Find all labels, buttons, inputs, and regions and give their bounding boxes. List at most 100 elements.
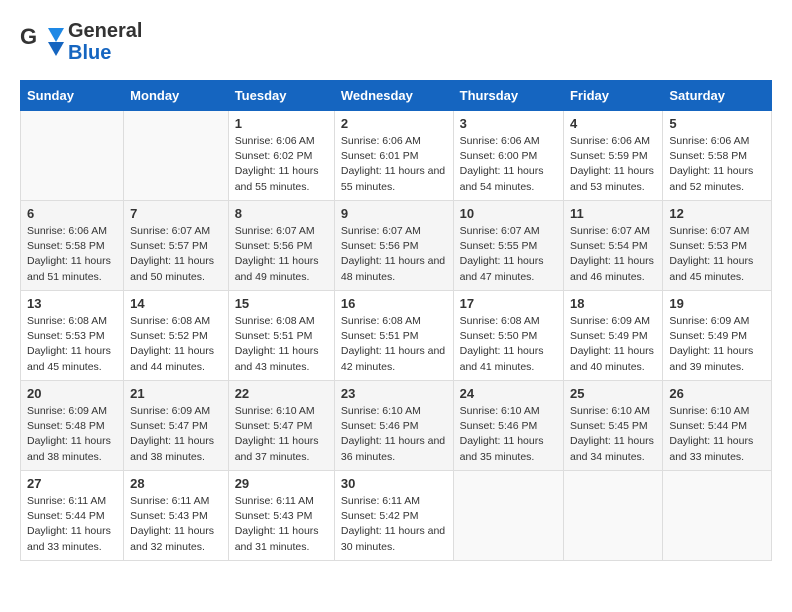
day-detail: Sunrise: 6:08 AM Sunset: 5:52 PM Dayligh… xyxy=(130,314,222,375)
day-detail: Sunrise: 6:08 AM Sunset: 5:53 PM Dayligh… xyxy=(27,314,117,375)
day-number: 7 xyxy=(130,206,222,221)
weekday-header: Wednesday xyxy=(334,81,453,111)
day-detail: Sunrise: 6:07 AM Sunset: 5:56 PM Dayligh… xyxy=(235,224,328,285)
calendar-week-row: 6 Sunrise: 6:06 AM Sunset: 5:58 PM Daylig… xyxy=(21,201,772,291)
weekday-header: Monday xyxy=(124,81,229,111)
day-detail: Sunrise: 6:07 AM Sunset: 5:55 PM Dayligh… xyxy=(460,224,557,285)
day-number: 21 xyxy=(130,386,222,401)
calendar-cell: 2 Sunrise: 6:06 AM Sunset: 6:01 PM Daylig… xyxy=(334,111,453,201)
calendar-cell: 15 Sunrise: 6:08 AM Sunset: 5:51 PM Dayli… xyxy=(228,291,334,381)
day-detail: Sunrise: 6:10 AM Sunset: 5:46 PM Dayligh… xyxy=(460,404,557,465)
logo-text-line1: General xyxy=(68,20,142,42)
calendar-cell: 11 Sunrise: 6:07 AM Sunset: 5:54 PM Dayli… xyxy=(563,201,662,291)
calendar-cell: 30 Sunrise: 6:11 AM Sunset: 5:42 PM Dayli… xyxy=(334,471,453,561)
calendar-table: SundayMondayTuesdayWednesdayThursdayFrid… xyxy=(20,80,772,561)
day-detail: Sunrise: 6:10 AM Sunset: 5:46 PM Dayligh… xyxy=(341,404,447,465)
day-number: 5 xyxy=(669,116,765,131)
day-detail: Sunrise: 6:07 AM Sunset: 5:53 PM Dayligh… xyxy=(669,224,765,285)
day-detail: Sunrise: 6:11 AM Sunset: 5:43 PM Dayligh… xyxy=(235,494,328,555)
day-number: 22 xyxy=(235,386,328,401)
svg-text:G: G xyxy=(20,24,37,49)
day-number: 6 xyxy=(27,206,117,221)
day-detail: Sunrise: 6:08 AM Sunset: 5:51 PM Dayligh… xyxy=(235,314,328,375)
day-number: 8 xyxy=(235,206,328,221)
calendar-cell: 21 Sunrise: 6:09 AM Sunset: 5:47 PM Dayli… xyxy=(124,381,229,471)
calendar-cell: 17 Sunrise: 6:08 AM Sunset: 5:50 PM Dayli… xyxy=(453,291,563,381)
calendar-cell: 19Sunrise: 6:09 AM Sunset: 5:49 PM Dayli… xyxy=(663,291,772,381)
calendar-cell xyxy=(563,471,662,561)
calendar-cell: 8 Sunrise: 6:07 AM Sunset: 5:56 PM Daylig… xyxy=(228,201,334,291)
day-detail: Sunrise: 6:10 AM Sunset: 5:44 PM Dayligh… xyxy=(669,404,765,465)
logo-icon: G xyxy=(20,24,64,60)
day-number: 13 xyxy=(27,296,117,311)
page-header: G General Blue xyxy=(20,20,772,64)
day-number: 23 xyxy=(341,386,447,401)
calendar-cell: 3Sunrise: 6:06 AM Sunset: 6:00 PM Daylig… xyxy=(453,111,563,201)
day-number: 10 xyxy=(460,206,557,221)
calendar-cell: 5 Sunrise: 6:06 AM Sunset: 5:58 PM Daylig… xyxy=(663,111,772,201)
calendar-cell: 24 Sunrise: 6:10 AM Sunset: 5:46 PM Dayli… xyxy=(453,381,563,471)
calendar-cell: 16Sunrise: 6:08 AM Sunset: 5:51 PM Dayli… xyxy=(334,291,453,381)
day-detail: Sunrise: 6:06 AM Sunset: 5:59 PM Dayligh… xyxy=(570,134,656,195)
calendar-cell: 10 Sunrise: 6:07 AM Sunset: 5:55 PM Dayli… xyxy=(453,201,563,291)
day-number: 28 xyxy=(130,476,222,491)
day-detail: Sunrise: 6:07 AM Sunset: 5:56 PM Dayligh… xyxy=(341,224,447,285)
day-detail: Sunrise: 6:10 AM Sunset: 5:47 PM Dayligh… xyxy=(235,404,328,465)
day-number: 11 xyxy=(570,206,656,221)
day-detail: Sunrise: 6:07 AM Sunset: 5:54 PM Dayligh… xyxy=(570,224,656,285)
day-detail: Sunrise: 6:11 AM Sunset: 5:44 PM Dayligh… xyxy=(27,494,117,555)
logo-text-line2: Blue xyxy=(68,42,142,64)
day-number: 25 xyxy=(570,386,656,401)
calendar-cell: 18 Sunrise: 6:09 AM Sunset: 5:49 PM Dayli… xyxy=(563,291,662,381)
day-detail: Sunrise: 6:09 AM Sunset: 5:49 PM Dayligh… xyxy=(570,314,656,375)
day-detail: Sunrise: 6:07 AM Sunset: 5:57 PM Dayligh… xyxy=(130,224,222,285)
day-number: 3 xyxy=(460,116,557,131)
weekday-header: Thursday xyxy=(453,81,563,111)
day-number: 29 xyxy=(235,476,328,491)
day-number: 20 xyxy=(27,386,117,401)
day-detail: Sunrise: 6:06 AM Sunset: 5:58 PM Dayligh… xyxy=(27,224,117,285)
day-detail: Sunrise: 6:08 AM Sunset: 5:50 PM Dayligh… xyxy=(460,314,557,375)
day-number: 1 xyxy=(235,116,328,131)
calendar-cell: 28Sunrise: 6:11 AM Sunset: 5:43 PM Dayli… xyxy=(124,471,229,561)
weekday-header: Saturday xyxy=(663,81,772,111)
day-number: 30 xyxy=(341,476,447,491)
calendar-cell: 13 Sunrise: 6:08 AM Sunset: 5:53 PM Dayli… xyxy=(21,291,124,381)
calendar-header-row: SundayMondayTuesdayWednesdayThursdayFrid… xyxy=(21,81,772,111)
day-detail: Sunrise: 6:09 AM Sunset: 5:47 PM Dayligh… xyxy=(130,404,222,465)
day-number: 17 xyxy=(460,296,557,311)
calendar-cell: 25 Sunrise: 6:10 AM Sunset: 5:45 PM Dayli… xyxy=(563,381,662,471)
day-detail: Sunrise: 6:06 AM Sunset: 6:02 PM Dayligh… xyxy=(235,134,328,195)
day-number: 15 xyxy=(235,296,328,311)
calendar-cell: 20Sunrise: 6:09 AM Sunset: 5:48 PM Dayli… xyxy=(21,381,124,471)
weekday-header: Friday xyxy=(563,81,662,111)
logo: G General Blue xyxy=(20,20,142,64)
day-number: 18 xyxy=(570,296,656,311)
calendar-cell: 14Sunrise: 6:08 AM Sunset: 5:52 PM Dayli… xyxy=(124,291,229,381)
day-number: 26 xyxy=(669,386,765,401)
day-number: 27 xyxy=(27,476,117,491)
day-detail: Sunrise: 6:11 AM Sunset: 5:42 PM Dayligh… xyxy=(341,494,447,555)
calendar-cell: 1 Sunrise: 6:06 AM Sunset: 6:02 PM Daylig… xyxy=(228,111,334,201)
calendar-cell: 23 Sunrise: 6:10 AM Sunset: 5:46 PM Dayli… xyxy=(334,381,453,471)
day-detail: Sunrise: 6:09 AM Sunset: 5:49 PM Dayligh… xyxy=(669,314,765,375)
day-number: 16 xyxy=(341,296,447,311)
calendar-cell: 4Sunrise: 6:06 AM Sunset: 5:59 PM Daylig… xyxy=(563,111,662,201)
calendar-cell: 7 Sunrise: 6:07 AM Sunset: 5:57 PM Daylig… xyxy=(124,201,229,291)
calendar-cell: 26 Sunrise: 6:10 AM Sunset: 5:44 PM Dayli… xyxy=(663,381,772,471)
calendar-cell xyxy=(124,111,229,201)
weekday-header: Sunday xyxy=(21,81,124,111)
calendar-cell xyxy=(21,111,124,201)
day-number: 24 xyxy=(460,386,557,401)
day-detail: Sunrise: 6:06 AM Sunset: 6:01 PM Dayligh… xyxy=(341,134,447,195)
calendar-cell: 27 Sunrise: 6:11 AM Sunset: 5:44 PM Dayli… xyxy=(21,471,124,561)
weekday-header: Tuesday xyxy=(228,81,334,111)
calendar-week-row: 20Sunrise: 6:09 AM Sunset: 5:48 PM Dayli… xyxy=(21,381,772,471)
day-detail: Sunrise: 6:10 AM Sunset: 5:45 PM Dayligh… xyxy=(570,404,656,465)
calendar-cell: 22 Sunrise: 6:10 AM Sunset: 5:47 PM Dayli… xyxy=(228,381,334,471)
day-detail: Sunrise: 6:06 AM Sunset: 5:58 PM Dayligh… xyxy=(669,134,765,195)
day-number: 2 xyxy=(341,116,447,131)
day-number: 9 xyxy=(341,206,447,221)
calendar-week-row: 1 Sunrise: 6:06 AM Sunset: 6:02 PM Daylig… xyxy=(21,111,772,201)
calendar-cell: 29 Sunrise: 6:11 AM Sunset: 5:43 PM Dayli… xyxy=(228,471,334,561)
